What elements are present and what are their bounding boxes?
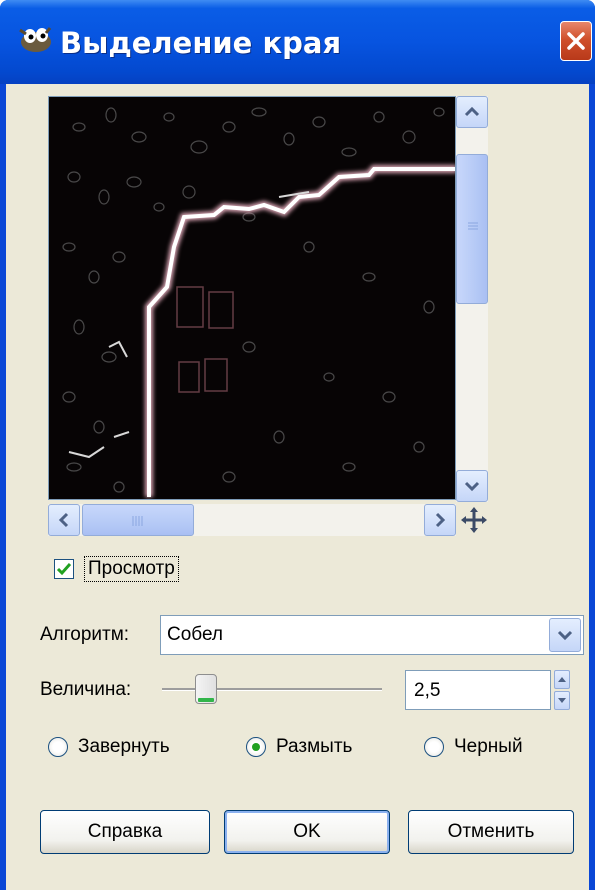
increment-button[interactable] — [554, 670, 570, 689]
grip-icon — [468, 222, 478, 230]
chevron-right-icon — [435, 512, 446, 528]
title-bar[interactable]: Выделение края — [0, 0, 595, 84]
algorithm-dropdown-button[interactable] — [549, 618, 581, 652]
algorithm-value: Собел — [167, 624, 223, 645]
preview-checkbox[interactable] — [54, 559, 74, 579]
radio-wrap-button[interactable] — [48, 737, 68, 757]
triangle-up-icon — [558, 677, 566, 682]
amount-slider-thumb[interactable] — [195, 674, 217, 704]
window-title: Выделение края — [60, 26, 342, 60]
ok-button[interactable]: OK — [224, 810, 390, 854]
scroll-left-button[interactable] — [48, 504, 80, 536]
algorithm-select[interactable]: Собел — [160, 615, 584, 655]
decrement-button[interactable] — [554, 691, 570, 710]
gimp-wilber-icon — [19, 27, 52, 52]
chevron-up-icon — [464, 106, 480, 117]
amount-value: 2,5 — [414, 680, 441, 701]
amount-input[interactable]: 2,5 — [405, 670, 551, 710]
radio-smear-button[interactable] — [246, 737, 266, 757]
triangle-down-icon — [558, 698, 566, 703]
preview-vertical-scrollbar[interactable] — [456, 96, 488, 502]
dialog-body: Просмотр Алгоритм: Собел Величина: 2,5 З… — [6, 84, 589, 890]
radio-smear[interactable]: Размыть — [246, 732, 352, 762]
scroll-down-button[interactable] — [456, 470, 488, 502]
preview-image[interactable] — [48, 96, 456, 500]
algorithm-label: Алгоритм: — [40, 624, 130, 645]
radio-wrap[interactable]: Завернуть — [48, 732, 170, 762]
scroll-up-button[interactable] — [456, 96, 488, 128]
chevron-left-icon — [58, 512, 69, 528]
chevron-down-icon — [464, 481, 480, 492]
horizontal-scroll-thumb[interactable] — [82, 504, 194, 536]
preview-toggle[interactable]: Просмотр — [54, 554, 179, 584]
radio-black[interactable]: Черный — [424, 732, 523, 762]
radio-wrap-label[interactable]: Завернуть — [78, 736, 170, 758]
close-icon — [567, 32, 585, 50]
grip-icon — [132, 516, 143, 526]
edge-detect-dialog: Выделение края Просмотр Алгоритм: Собел … — [0, 0, 595, 890]
amount-spinner[interactable] — [554, 670, 570, 710]
scroll-right-button[interactable] — [424, 504, 456, 536]
radio-black-button[interactable] — [424, 737, 444, 757]
close-button[interactable] — [560, 21, 592, 61]
help-button[interactable]: Справка — [40, 810, 210, 854]
navigate-icon[interactable] — [459, 505, 489, 535]
cancel-button[interactable]: Отменить — [408, 810, 574, 854]
vertical-scroll-thumb[interactable] — [456, 154, 488, 304]
amount-label: Величина: — [40, 679, 132, 700]
preview-horizontal-scrollbar[interactable] — [48, 504, 456, 536]
chevron-down-icon — [557, 630, 573, 641]
preview-checkbox-label[interactable]: Просмотр — [84, 556, 179, 582]
check-icon — [56, 563, 72, 576]
radio-black-label[interactable]: Черный — [454, 736, 523, 758]
edge-preview-render — [49, 97, 455, 499]
radio-smear-label[interactable]: Размыть — [276, 736, 352, 758]
